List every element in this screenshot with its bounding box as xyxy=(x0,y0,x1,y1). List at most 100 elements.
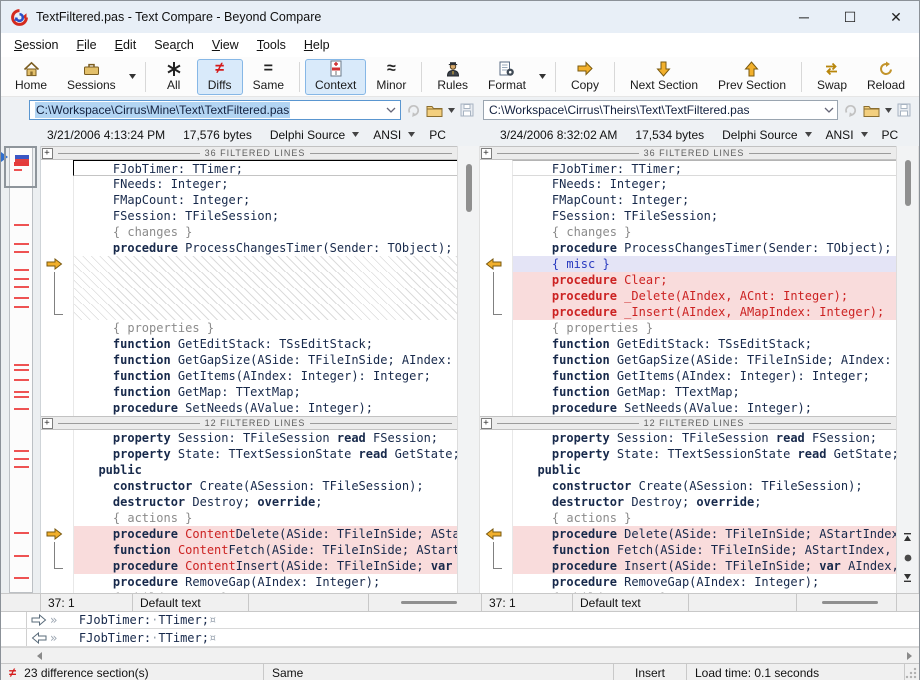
code-line[interactable]: FMapCount: Integer; xyxy=(41,192,457,208)
right-path-input[interactable]: C:\Workspace\Cirrus\Theirs\Text\TextFilt… xyxy=(483,100,838,120)
gap-hatch-line[interactable] xyxy=(41,256,457,272)
left-path-input[interactable]: C:\Workspace\Cirrus\Mine\Text\TextFilter… xyxy=(29,100,401,120)
section-arrow-left-icon[interactable] xyxy=(485,528,502,543)
toolbar-dropdown-sessions[interactable] xyxy=(126,59,140,95)
left-browse-dropdown-icon[interactable] xyxy=(448,108,455,113)
code-line[interactable]: procedure _Insert(AIndex, AMapIndex: Int… xyxy=(480,304,896,320)
right-encoding-select[interactable]: ANSI xyxy=(826,128,854,142)
code-line[interactable]: { changes } xyxy=(41,224,457,240)
code-line[interactable]: property State: TTextSessionState read G… xyxy=(41,446,457,462)
code-line[interactable]: { actions } xyxy=(41,510,457,526)
left-format-dropdown-icon[interactable] xyxy=(352,132,359,137)
right-code-lines[interactable]: +36 FILTERED LINES FJobTimer: TTimer; FN… xyxy=(480,146,896,593)
right-path-dropdown-icon[interactable] xyxy=(820,107,837,113)
maximize-button[interactable]: ☐ xyxy=(827,1,873,33)
toolbar-button-diffs[interactable]: ≠Diffs xyxy=(197,59,243,95)
left-scrollbar-thumb[interactable] xyxy=(466,164,472,212)
scroll-left-icon[interactable] xyxy=(37,652,42,660)
close-button[interactable]: ✕ xyxy=(873,1,919,33)
scroll-top-icon[interactable] xyxy=(903,531,912,545)
code-line[interactable]: { child events } xyxy=(41,590,457,593)
code-line[interactable]: procedure ProcessChangesTimer(Sender: TO… xyxy=(41,240,457,256)
right-vertical-scrollbar[interactable] xyxy=(896,146,918,593)
code-line[interactable]: public xyxy=(41,462,457,478)
code-line[interactable]: procedure ProcessChangesTimer(Sender: TO… xyxy=(480,240,896,256)
code-line[interactable]: function GetGapSize(ASide: TFileInSide; … xyxy=(480,352,896,368)
left-encoding-dropdown-icon[interactable] xyxy=(408,132,415,137)
toolbar-button-sessions[interactable]: Sessions xyxy=(57,59,126,95)
code-line[interactable]: FMapCount: Integer; xyxy=(480,192,896,208)
right-line-endings[interactable]: PC xyxy=(882,128,899,142)
toolbar-button-all[interactable]: All xyxy=(151,59,197,95)
toolbar-button-reload[interactable]: Reload xyxy=(857,59,915,95)
code-line[interactable]: constructor Create(ASession: TFileSessio… xyxy=(480,478,896,494)
code-line[interactable]: function GetEditStack: TSsEditStack; xyxy=(480,336,896,352)
toolbar-button-next-section[interactable]: Next Section xyxy=(620,59,708,95)
minimize-button[interactable]: ─ xyxy=(781,1,827,33)
scroll-bottom-icon[interactable] xyxy=(903,571,912,585)
toolbar-dropdown-format[interactable] xyxy=(536,59,550,95)
resize-grip[interactable] xyxy=(905,667,917,679)
code-line[interactable]: { properties } xyxy=(41,320,457,336)
code-line[interactable]: procedure Delete(ASide: TFileInSide; ASt… xyxy=(480,526,896,542)
detail-horizontal-scrollbar[interactable] xyxy=(1,647,919,663)
right-save-icon[interactable] xyxy=(897,103,911,117)
toolbar-button-home[interactable]: Home xyxy=(5,59,57,95)
code-line[interactable]: procedure RemoveGap(AIndex: Integer); xyxy=(41,574,457,590)
code-line[interactable]: destructor Destroy; override; xyxy=(480,494,896,510)
code-line[interactable]: { misc } xyxy=(480,256,896,272)
toolbar-button-context[interactable]: Context xyxy=(305,59,366,95)
right-browse-dropdown-icon[interactable] xyxy=(885,108,892,113)
menu-item-file[interactable]: File xyxy=(67,35,105,55)
code-line[interactable]: function GetGapSize(ASide: TFileInSide; … xyxy=(41,352,457,368)
right-scrollbar-thumb[interactable] xyxy=(905,160,911,206)
right-hscroll-thumb[interactable] xyxy=(822,601,878,604)
toolbar-button-swap[interactable]: Swap xyxy=(807,59,857,95)
code-line[interactable]: function GetItems(AIndex: Integer): Inte… xyxy=(41,368,457,384)
code-line[interactable]: function GetItems(AIndex: Integer): Inte… xyxy=(480,368,896,384)
code-line[interactable]: FJobTimer: TTimer; xyxy=(480,160,896,176)
code-line[interactable]: procedure Clear; xyxy=(480,272,896,288)
overview-map-strip[interactable] xyxy=(9,146,33,593)
code-line[interactable]: procedure RemoveGap(AIndex: Integer); xyxy=(480,574,896,590)
toolbar-button-format[interactable]: Format xyxy=(478,59,536,95)
expand-section-button[interactable]: + xyxy=(42,418,53,429)
expand-section-button[interactable]: + xyxy=(481,418,492,429)
code-line[interactable]: function ContentFetch(ASide: TFileInSide… xyxy=(41,542,457,558)
code-line[interactable]: procedure ContentDelete(ASide: TFileInSi… xyxy=(41,526,457,542)
code-line[interactable]: procedure ContentInsert(ASide: TFileInSi… xyxy=(41,558,457,574)
code-line[interactable]: FNeeds: Integer; xyxy=(480,176,896,192)
right-refresh-icon[interactable] xyxy=(843,103,858,118)
code-line[interactable]: FSession: TFileSession; xyxy=(480,208,896,224)
left-format-select[interactable]: Delphi Source xyxy=(270,128,345,142)
right-format-select[interactable]: Delphi Source xyxy=(722,128,797,142)
code-line[interactable]: { changes } xyxy=(480,224,896,240)
section-arrow-right-icon[interactable] xyxy=(46,528,63,543)
left-vertical-scrollbar[interactable] xyxy=(457,146,479,593)
left-browse-folder-icon[interactable] xyxy=(426,104,443,117)
code-line[interactable]: property Session: TFileSession read FSes… xyxy=(41,430,457,446)
code-line[interactable]: FSession: TFileSession; xyxy=(41,208,457,224)
menu-item-edit[interactable]: Edit xyxy=(106,35,146,55)
code-line[interactable]: { properties } xyxy=(480,320,896,336)
left-hscroll-thumb[interactable] xyxy=(401,601,457,604)
gap-hatch-line[interactable] xyxy=(41,304,457,320)
section-arrow-left-icon[interactable] xyxy=(485,258,502,273)
code-line[interactable]: destructor Destroy; override; xyxy=(41,494,457,510)
right-format-dropdown-icon[interactable] xyxy=(805,132,812,137)
code-line[interactable]: FJobTimer: TTimer; xyxy=(41,160,457,176)
expand-section-button[interactable]: + xyxy=(481,148,492,159)
code-line[interactable]: function GetEditStack: TSsEditStack; xyxy=(41,336,457,352)
right-encoding-dropdown-icon[interactable] xyxy=(861,132,868,137)
menu-item-tools[interactable]: Tools xyxy=(248,35,295,55)
left-save-icon[interactable] xyxy=(460,103,474,117)
menu-item-session[interactable]: Session xyxy=(5,35,67,55)
code-line[interactable]: procedure _Delete(AIndex, ACnt: Integer)… xyxy=(480,288,896,304)
overview-map[interactable] xyxy=(1,146,41,593)
code-line[interactable]: function GetMap: TTextMap; xyxy=(480,384,896,400)
code-line[interactable]: function Fetch(ASide: TFileInSide; AStar… xyxy=(480,542,896,558)
code-line[interactable]: constructor Create(ASession: TFileSessio… xyxy=(41,478,457,494)
left-refresh-icon[interactable] xyxy=(406,103,421,118)
scroll-right-icon[interactable] xyxy=(907,652,912,660)
menu-item-help[interactable]: Help xyxy=(295,35,339,55)
